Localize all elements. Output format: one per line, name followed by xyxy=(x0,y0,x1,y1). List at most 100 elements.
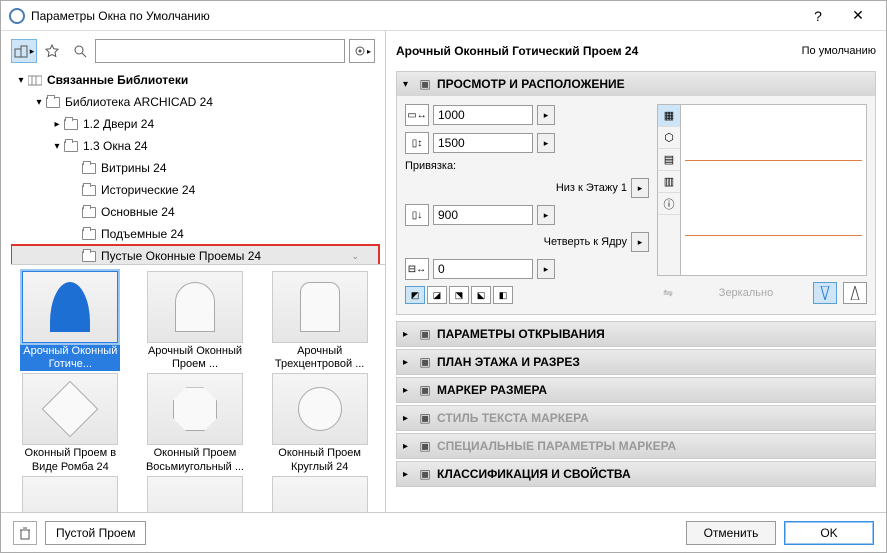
section-header[interactable]: ▸▣ПЛАН ЭТАЖА И РАЗРЕЗ xyxy=(397,350,875,374)
diamond-icon xyxy=(42,381,99,438)
mirror-on[interactable] xyxy=(843,282,867,304)
tree-item[interactable]: Основные 24 xyxy=(11,201,379,223)
grid-item-label: Арочный Трехцентровой ... xyxy=(270,345,370,371)
section-icon: ▣ xyxy=(417,354,433,370)
left-toolbar: ▸ ▸ xyxy=(11,39,385,63)
favorites-button[interactable] xyxy=(39,39,65,63)
folder-icon xyxy=(82,229,96,240)
anchor-option[interactable]: ⬔ xyxy=(449,286,469,304)
width-input[interactable] xyxy=(433,105,533,125)
width-icon: ▭↔ xyxy=(405,104,429,126)
search-button[interactable] xyxy=(67,39,93,63)
tree-label: Основные 24 xyxy=(101,205,175,219)
preview-canvas xyxy=(681,104,867,276)
tree-item[interactable]: ▾ 1.3 Окна 24 xyxy=(11,135,379,157)
flip-icon: ⇋ xyxy=(657,283,679,303)
settings-button[interactable]: ▸ xyxy=(349,39,375,63)
tree-item[interactable]: Исторические 24 xyxy=(11,179,379,201)
view-section[interactable]: ▥ xyxy=(658,171,680,193)
arch-icon xyxy=(175,282,215,332)
circle-icon xyxy=(298,387,342,431)
chevron-right-icon: ▸ xyxy=(403,469,417,480)
anchor-option[interactable]: ◧ xyxy=(493,286,513,304)
anchor-option[interactable]: ⬕ xyxy=(471,286,491,304)
tree-root[interactable]: ▾ Связанные Библиотеки xyxy=(11,69,379,91)
height-flyout[interactable]: ▸ xyxy=(537,133,555,153)
story-flyout[interactable]: ▸ xyxy=(631,178,649,198)
chevron-right-icon: ▸ xyxy=(403,329,417,340)
width-flyout[interactable]: ▸ xyxy=(537,105,555,125)
section-header[interactable]: ▸▣СПЕЦИАЛЬНЫЕ ПАРАМЕТРЫ МАРКЕРА xyxy=(397,434,875,458)
view-elevation[interactable]: ▦ xyxy=(658,105,680,127)
height-input[interactable] xyxy=(433,133,533,153)
tree-label: Витрины 24 xyxy=(101,161,167,175)
app-icon xyxy=(9,8,25,24)
section-icon: ▣ xyxy=(417,410,433,426)
tree-item[interactable]: ▸ 1.2 Двери 24 xyxy=(11,113,379,135)
tree-item[interactable]: Подъемные 24 xyxy=(11,223,379,245)
reveal-input[interactable] xyxy=(433,259,533,279)
folder-icon xyxy=(82,251,96,262)
section-icon: ▣ xyxy=(417,326,433,342)
grid-item[interactable]: Арочный Оконный Проем ... xyxy=(136,271,255,371)
mirror-off[interactable] xyxy=(813,282,837,304)
empty-opening-button[interactable]: Пустой Проем xyxy=(45,521,146,545)
search-input[interactable] xyxy=(95,39,345,63)
sill-icon: ▯↓ xyxy=(405,204,429,226)
section-header[interactable]: ▸▣СТИЛЬ ТЕКСТА МАРКЕРА xyxy=(397,406,875,430)
footer: Пустой Проем Отменить OK xyxy=(1,512,886,552)
object-grid[interactable]: Арочный Оконный Готиче... Арочный Оконны… xyxy=(11,265,385,512)
section-title: МАРКЕР РАЗМЕРА xyxy=(437,383,547,397)
bottom-flyout[interactable]: ▸ xyxy=(537,205,555,225)
chevron-down-icon: ▾ xyxy=(403,79,417,90)
library-tree[interactable]: ▾ Связанные Библиотеки ▾ Библиотека ARCH… xyxy=(11,69,385,265)
tree-label: Связанные Библиотеки xyxy=(47,73,188,87)
reveal-flyout[interactable]: ▸ xyxy=(537,259,555,279)
help-button[interactable]: ? xyxy=(798,1,838,31)
tree-item-selected[interactable]: Пустые Оконные Проемы 24 ⌄ xyxy=(11,245,379,265)
ok-button[interactable]: OK xyxy=(784,521,874,545)
star-icon xyxy=(45,44,59,58)
section-header[interactable]: ▸▣ ПАРАМЕТРЫ ОТКРЫВАНИЯ xyxy=(397,322,875,346)
section-icon: ▣ xyxy=(417,466,433,482)
gear-icon xyxy=(353,44,367,58)
library-mode-button[interactable]: ▸ xyxy=(11,39,37,63)
anchor-picker: ◩ ◪ ⬔ ⬕ ◧ xyxy=(405,286,649,304)
grid-item-selected[interactable]: Арочный Оконный Готиче... xyxy=(11,271,130,371)
section-preview-header[interactable]: ▾ ▣ ПРОСМОТР И РАСПОЛОЖЕНИЕ xyxy=(397,72,875,96)
bottom-input[interactable] xyxy=(433,205,533,225)
grid-item[interactable]: Арочный Трехцентровой ... xyxy=(260,271,379,371)
tree-item[interactable]: Витрины 24 xyxy=(11,157,379,179)
grid-item[interactable]: Оконный Проем в Виде Ромба 24 xyxy=(11,373,130,473)
grid-item[interactable]: Оконный Проем Восьмиугольный ... xyxy=(136,373,255,473)
section-title: ПАРАМЕТРЫ ОТКРЫВАНИЯ xyxy=(437,327,605,341)
view-3d[interactable]: ⬡ xyxy=(658,127,680,149)
reveal-ref-flyout[interactable]: ▸ xyxy=(631,232,649,252)
folder-icon xyxy=(82,207,96,218)
grid-item-label: Оконный Проем в Виде Ромба 24 xyxy=(20,447,120,473)
section-title: СТИЛЬ ТЕКСТА МАРКЕРА xyxy=(437,411,589,425)
grid-item[interactable] xyxy=(136,476,255,512)
grid-item[interactable] xyxy=(260,476,379,512)
section-header[interactable]: ▸▣КЛАССИФИКАЦИЯ И СВОЙСТВА xyxy=(397,462,875,486)
height-icon: ▯↕ xyxy=(405,132,429,154)
section-header[interactable]: ▸▣МАРКЕР РАЗМЕРА xyxy=(397,378,875,402)
tri-arch-icon xyxy=(300,282,340,332)
search-icon xyxy=(73,44,87,58)
bottom-label: Низ к Этажу 1 xyxy=(405,182,627,194)
view-info[interactable]: ⓘ xyxy=(658,193,680,215)
view-plan[interactable]: ▤ xyxy=(658,149,680,171)
chevron-down-icon[interactable]: ⌄ xyxy=(351,251,359,262)
trash-button[interactable] xyxy=(13,521,37,545)
library-icon xyxy=(28,74,42,86)
cancel-button[interactable]: Отменить xyxy=(686,521,776,545)
grid-item[interactable] xyxy=(11,476,130,512)
mirror-label: Зеркально xyxy=(685,287,807,299)
grid-item[interactable]: Оконный Проем Круглый 24 xyxy=(260,373,379,473)
close-button[interactable]: ✕ xyxy=(838,1,878,31)
tree-item[interactable]: ▾ Библиотека ARCHICAD 24 xyxy=(11,91,379,113)
section-title: ПЛАН ЭТАЖА И РАЗРЕЗ xyxy=(437,355,580,369)
tree-label: Исторические 24 xyxy=(101,183,195,197)
anchor-option[interactable]: ◩ xyxy=(405,286,425,304)
anchor-option[interactable]: ◪ xyxy=(427,286,447,304)
